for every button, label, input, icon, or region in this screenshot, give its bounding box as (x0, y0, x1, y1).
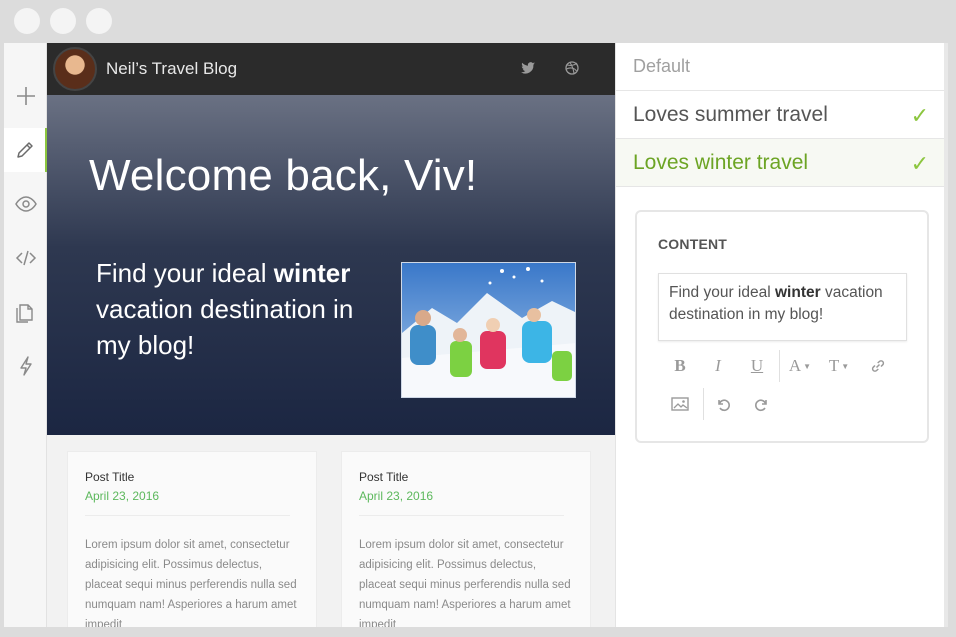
rail-add-button[interactable] (4, 74, 47, 118)
segment-default[interactable]: Default (616, 43, 947, 91)
font-color-dropdown[interactable]: A ▼ (786, 352, 814, 380)
check-icon: ✓ (910, 103, 929, 128)
rail-edit-button[interactable] (4, 128, 47, 172)
dropdown-caret-icon: ▼ (841, 361, 850, 371)
post-excerpt: Lorem ipsum dolor sit amet, consectetur … (359, 539, 571, 627)
panel-scrollbar[interactable] (944, 43, 948, 627)
pencil-icon (16, 142, 33, 158)
font-size-label: T (828, 356, 840, 375)
window-close-button[interactable] (14, 8, 40, 34)
segment-label: Loves winter travel (633, 150, 809, 174)
pages-icon (15, 304, 33, 323)
link-icon (871, 360, 885, 372)
post-list: Post Title April 23, 2016 Lorem ipsum do… (47, 435, 615, 627)
plus-icon (16, 87, 35, 105)
editor-heading: CONTENT (658, 236, 728, 252)
hero-photo (401, 262, 576, 398)
dribbble-icon[interactable] (564, 60, 580, 76)
redo-button[interactable] (748, 390, 776, 418)
rail-pages-button[interactable] (4, 290, 47, 334)
eye-icon (14, 196, 37, 212)
app-viewport: Neil’s Travel Blog Welcome back, Viv! Fi… (4, 43, 948, 627)
font-color-label: A (788, 356, 802, 375)
underline-button[interactable]: U (743, 352, 771, 380)
rail-automation-button[interactable] (4, 344, 47, 388)
insert-image-button[interactable] (666, 390, 694, 418)
browser-window: Neil’s Travel Blog Welcome back, Viv! Fi… (0, 0, 956, 637)
font-size-dropdown[interactable]: T ▼ (825, 352, 853, 380)
blog-preview: Neil’s Travel Blog Welcome back, Viv! Fi… (47, 43, 615, 627)
italic-button[interactable]: I (704, 352, 732, 380)
hero-headline: Welcome back, Viv! (89, 151, 478, 200)
window-minimize-button[interactable] (50, 8, 76, 34)
blog-header: Neil’s Travel Blog (47, 43, 615, 95)
hero-text-part: Find your ideal (96, 258, 274, 288)
avatar (53, 47, 97, 91)
window-maximize-button[interactable] (86, 8, 112, 34)
hero-text-bold: winter (273, 258, 351, 288)
personalization-panel: Default Loves summer travel ✓ Loves wint… (615, 43, 948, 627)
dropdown-caret-icon: ▼ (803, 361, 812, 371)
divider (85, 515, 290, 516)
post-date: April 23, 2016 (85, 489, 160, 503)
twitter-icon[interactable] (520, 60, 536, 76)
segment-loves-summer-travel[interactable]: Loves summer travel ✓ (616, 91, 947, 139)
tool-rail (4, 43, 47, 627)
bold-button[interactable]: B (666, 352, 694, 380)
content-text-field[interactable]: Find your ideal winter vacation destinat… (658, 273, 907, 341)
segment-loves-winter-travel[interactable]: Loves winter travel ✓ (616, 139, 947, 187)
hero-text: Find your ideal winter vacation destinat… (96, 255, 386, 363)
post-card[interactable]: Post Title April 23, 2016 Lorem ipsum do… (67, 451, 317, 627)
check-icon: ✓ (910, 151, 929, 176)
post-date: April 23, 2016 (359, 489, 434, 503)
post-title[interactable]: Post Title (359, 470, 408, 484)
content-text-part: Find your ideal (669, 284, 775, 301)
site-title[interactable]: Neil’s Travel Blog (106, 59, 237, 79)
redo-icon (755, 399, 767, 412)
segment-label: Loves summer travel (633, 102, 828, 126)
rail-preview-button[interactable] (4, 182, 47, 226)
toolbar-separator (779, 350, 780, 382)
undo-button[interactable] (709, 390, 737, 418)
hero-text-part: vacation destination in my blog! (96, 294, 354, 360)
snow-friends-photo (402, 263, 575, 397)
image-icon (671, 397, 689, 411)
post-title[interactable]: Post Title (85, 470, 134, 484)
content-text-bold: winter (774, 284, 821, 301)
rail-code-button[interactable] (4, 236, 47, 280)
hero-banner: Welcome back, Viv! Find your ideal winte… (47, 95, 615, 435)
code-icon (15, 250, 36, 266)
segment-label: Default (633, 56, 691, 76)
link-button[interactable] (864, 352, 892, 380)
post-excerpt: Lorem ipsum dolor sit amet, consectetur … (85, 539, 297, 627)
bolt-icon (19, 356, 32, 376)
toolbar-separator (703, 388, 704, 420)
content-editor: CONTENT Find your ideal winter vacation … (635, 210, 929, 443)
undo-icon (718, 399, 730, 412)
divider (359, 515, 564, 516)
post-card[interactable]: Post Title April 23, 2016 Lorem ipsum do… (341, 451, 591, 627)
